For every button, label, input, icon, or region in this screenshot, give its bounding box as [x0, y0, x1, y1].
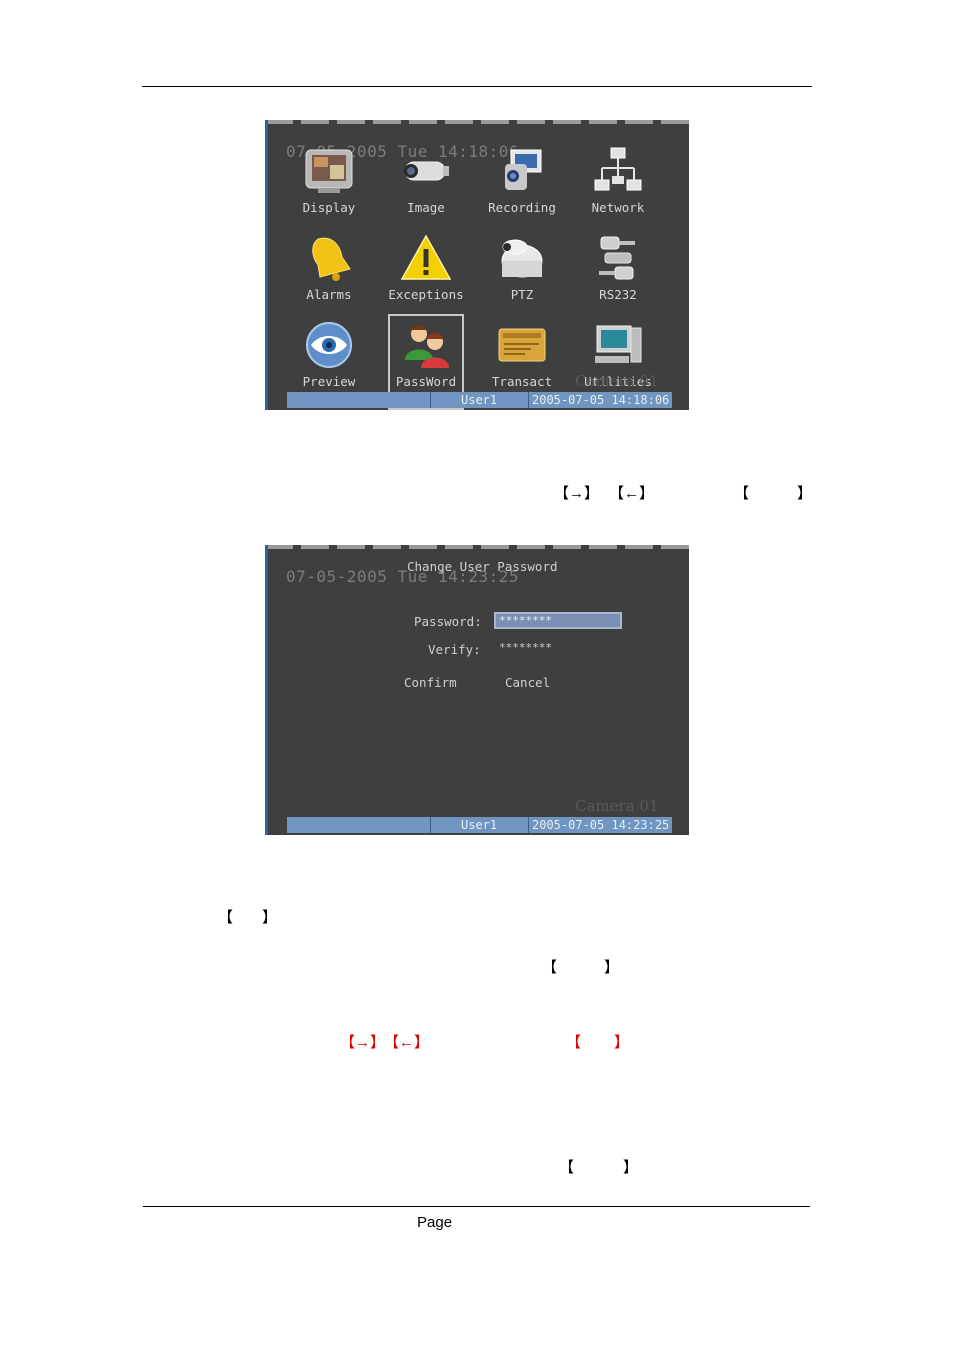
- status-user: User1: [461, 393, 498, 407]
- network-icon: [594, 147, 642, 191]
- computer-icon: [595, 325, 642, 363]
- status-user: User1: [461, 818, 498, 832]
- menu-label: Network: [591, 200, 645, 215]
- top-border: [265, 120, 689, 124]
- menu-item-password[interactable]: PassWord: [378, 314, 474, 410]
- serial-connector-icon: [599, 236, 635, 280]
- menu-item-recording[interactable]: Recording: [474, 142, 570, 226]
- menu-label: RS232: [599, 287, 637, 302]
- menu-item-rs232[interactable]: RS232: [570, 229, 666, 313]
- bracket-open: 【: [542, 959, 558, 976]
- menu-label: PTZ: [510, 287, 534, 302]
- users-icon: [405, 324, 449, 368]
- menu-item-ptz[interactable]: PTZ: [474, 229, 570, 313]
- bracket-close: 】: [614, 1034, 630, 1051]
- key-right-hint: 【→】: [340, 1034, 386, 1051]
- footer-rule: [143, 1206, 810, 1207]
- verify-input[interactable]: ********: [499, 641, 552, 654]
- menu-item-exceptions[interactable]: Exceptions: [378, 229, 474, 313]
- password-value: ********: [499, 614, 552, 627]
- menu-label: Recording: [488, 200, 556, 215]
- status-bar: User1 2005-07-05 14:18:06: [287, 392, 672, 408]
- header-rule: [142, 86, 812, 87]
- camera-watermark: Camera 01: [575, 797, 659, 815]
- menu-item-display[interactable]: Display: [281, 142, 377, 226]
- status-bar: User1 2005-07-05 14:23:25: [287, 817, 672, 833]
- status-datetime: 2005-07-05 14:18:06: [532, 393, 670, 407]
- menu-item-transact[interactable]: Transact: [474, 316, 570, 400]
- key-right-hint: 【→】: [554, 485, 600, 502]
- bell-icon: [312, 237, 351, 281]
- camera-watermark: Camera 01: [575, 372, 659, 390]
- ptz-camera-icon: [501, 239, 543, 278]
- left-border: [265, 120, 268, 410]
- key-left-hint: 【←】: [384, 1034, 430, 1051]
- dialog-title: Change User Password: [407, 559, 558, 574]
- left-border: [265, 545, 268, 835]
- warning-icon: [400, 234, 452, 280]
- top-border: [265, 545, 689, 549]
- key-left-hint: 【←】: [609, 485, 655, 502]
- bracket-open: 【: [734, 485, 750, 502]
- status-separator: [528, 817, 529, 833]
- camera-icon: [404, 161, 449, 181]
- cancel-button[interactable]: Cancel: [505, 675, 550, 690]
- menu-item-preview[interactable]: Preview: [281, 316, 377, 400]
- menu-label: Preview: [302, 374, 356, 389]
- card-icon: [498, 328, 546, 362]
- menu-item-alarms[interactable]: Alarms: [281, 229, 377, 313]
- status-separator: [430, 817, 431, 833]
- bracket-open: 【: [218, 909, 234, 926]
- menu-label: PassWord: [395, 374, 457, 389]
- verify-label: Verify:: [428, 642, 481, 657]
- bracket-close: 】: [623, 1159, 639, 1176]
- change-password-screenshot: 07-05-2005 Tue 14:23:25 Change User Pass…: [265, 545, 689, 835]
- menu-label: Display: [302, 200, 356, 215]
- eye-icon: [306, 322, 352, 368]
- camcorder-icon: [505, 149, 542, 190]
- status-separator: [528, 392, 529, 408]
- bracket-close: 】: [797, 485, 813, 502]
- bracket-close: 】: [604, 959, 620, 976]
- status-separator: [430, 392, 431, 408]
- confirm-button[interactable]: Confirm: [404, 675, 457, 690]
- password-label: Password:: [414, 614, 482, 629]
- password-input[interactable]: ********: [494, 612, 622, 629]
- bracket-open: 【: [566, 1034, 582, 1051]
- status-datetime: 2005-07-05 14:23:25: [532, 818, 670, 832]
- bracket-open: 【: [559, 1159, 575, 1176]
- menu-label: Transact: [491, 374, 553, 389]
- main-menu-screenshot: 07-05-2005 Tue 14:18:06 Display Image Re…: [265, 120, 689, 410]
- menu-label: Alarms: [306, 287, 352, 302]
- page-label: Page: [417, 1214, 453, 1231]
- menu-label: Exceptions: [388, 287, 464, 302]
- menu-label: Image: [407, 200, 445, 215]
- monitor-icon: [305, 149, 353, 193]
- menu-item-image[interactable]: Image: [378, 142, 474, 226]
- menu-item-network[interactable]: Network: [570, 142, 666, 226]
- bracket-close: 】: [262, 909, 278, 926]
